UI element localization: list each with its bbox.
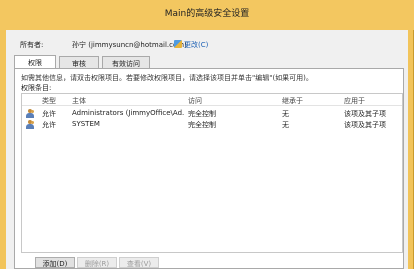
row-type: 允许 [42,110,56,118]
row-access: 完全控制 [188,110,216,118]
permissions-hint: 如需其他信息，请双击权限项目。若要修改权限项目，请选择该项目并单击"编辑"(如果… [21,74,313,82]
row-applies-to: 该项及其子项 [344,121,386,129]
user-group-icon [26,120,35,129]
add-button[interactable]: 添加(D) [35,257,75,268]
window-title: Main的高级安全设置 [164,9,250,19]
permissions-panel: 如需其他信息，请双击权限项目。若要修改权限项目，请选择该项目并单击"编辑"(如果… [14,68,404,269]
user-group-icon [26,109,35,118]
column-header-principal[interactable]: 主体 [72,96,184,106]
row-applies-to: 该项及其子项 [344,110,386,118]
dialog-client-area: 所有者: 孙宁 (jimmysuncn@hotmail.com) 更改(C) 权… [6,30,408,269]
security-settings-window: Main的高级安全设置 所有者: 孙宁 (jimmysuncn@hotmail.… [0,0,414,269]
owner-row: 所有者: 孙宁 (jimmysuncn@hotmail.com) 更改(C) [20,40,400,52]
owner-label: 所有者: [20,41,44,49]
owner-value: 孙宁 (jimmysuncn@hotmail.com) [72,41,187,49]
permission-entries-list[interactable]: 类型 主体 访问 继承于 应用于 允许 Administrators (Jimm… [21,93,403,253]
permission-entries-label: 权限条目: [21,84,52,92]
view-button[interactable]: 查看(V) [119,257,159,268]
row-inherited-from: 无 [282,110,289,118]
remove-button[interactable]: 删除(R) [77,257,117,268]
shield-icon [174,40,182,48]
row-principal: SYSTEM [72,120,100,128]
tab-effective-access[interactable]: 有效访问 [102,56,150,68]
row-inherited-from: 无 [282,121,289,129]
table-row[interactable]: 允许 Administrators (JimmyOffice\Ad... 完全控… [22,109,402,119]
title-bar[interactable]: Main的高级安全设置 [0,0,414,30]
column-header-inherited-from[interactable]: 继承于 [282,96,340,106]
row-type: 允许 [42,121,56,129]
tab-strip: 权限 审核 有效访问 [14,55,314,69]
list-header: 类型 主体 访问 继承于 应用于 [22,94,402,106]
change-owner-link[interactable]: 更改(C) [184,40,208,50]
column-header-type[interactable]: 类型 [42,96,66,106]
column-header-applies-to[interactable]: 应用于 [344,96,402,106]
row-access: 完全控制 [188,121,216,129]
row-principal: Administrators (JimmyOffice\Ad... [72,109,184,117]
table-row[interactable]: 允许 SYSTEM 完全控制 无 该项及其子项 [22,120,402,130]
column-header-access[interactable]: 访问 [188,96,278,106]
tab-auditing[interactable]: 审核 [59,56,99,68]
tab-permissions[interactable]: 权限 [14,55,56,69]
entry-buttons: 添加(D) 删除(R) 查看(V) [21,257,221,269]
